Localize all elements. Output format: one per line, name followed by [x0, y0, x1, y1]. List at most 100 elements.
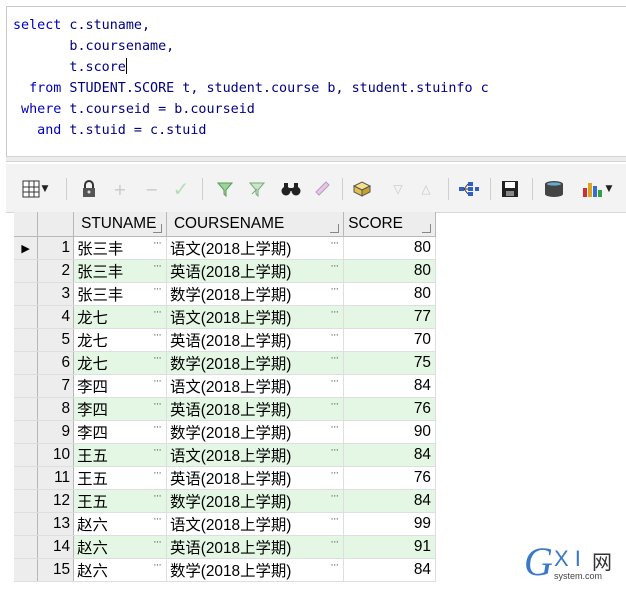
cell-stuname[interactable]: ··· 龙七: [73, 328, 167, 352]
table-row[interactable]: 8 ··· 李四 ··· 英语(2018上学期) 76: [14, 397, 436, 421]
column-sort-handle[interactable]: [152, 224, 162, 233]
cell-ellipsis-button[interactable]: ···: [150, 490, 164, 502]
cell-score[interactable]: 84: [343, 374, 436, 398]
cell-ellipsis-button[interactable]: ···: [150, 329, 164, 341]
table-row[interactable]: 3 ··· 张三丰 ··· 数学(2018上学期) 80: [14, 282, 436, 306]
cell-score[interactable]: 84: [343, 558, 436, 582]
cell-coursename[interactable]: ··· 数学(2018上学期): [166, 558, 345, 582]
cell-coursename[interactable]: ··· 英语(2018上学期): [166, 259, 345, 283]
post-changes-button[interactable]: ✓: [170, 177, 192, 201]
cell-ellipsis-button[interactable]: ···: [150, 283, 164, 295]
cell-stuname[interactable]: ··· 赵六: [73, 535, 167, 559]
table-row[interactable]: 15 ··· 赵六 ··· 数学(2018上学期) 84: [14, 558, 436, 582]
table-row[interactable]: 5 ··· 龙七 ··· 英语(2018上学期) 70: [14, 328, 436, 352]
delete-record-button[interactable]: −: [142, 178, 162, 200]
cell-score[interactable]: 70: [343, 328, 436, 352]
sql-editor[interactable]: select c.stuname, b.coursename, t.score …: [6, 6, 626, 157]
cell-ellipsis-button[interactable]: ···: [327, 306, 341, 318]
cell-ellipsis-button[interactable]: ···: [327, 283, 341, 295]
cell-coursename[interactable]: ··· 语文(2018上学期): [166, 374, 345, 398]
next-page-button[interactable]: ▽: [388, 178, 408, 200]
grid-menu-button[interactable]: ▼: [20, 178, 50, 200]
cell-coursename[interactable]: ··· 英语(2018上学期): [166, 397, 345, 421]
cell-ellipsis-button[interactable]: ···: [327, 490, 341, 502]
cell-ellipsis-button[interactable]: ···: [327, 352, 341, 364]
fetch-all-button[interactable]: [540, 178, 568, 200]
cell-ellipsis-button[interactable]: ···: [327, 421, 341, 433]
cell-score[interactable]: 90: [343, 420, 436, 444]
cell-score[interactable]: 91: [343, 535, 436, 559]
cell-ellipsis-button[interactable]: ···: [150, 352, 164, 364]
clear-filter-button[interactable]: [246, 178, 268, 200]
editor-splitter[interactable]: [6, 156, 626, 162]
cell-ellipsis-button[interactable]: ···: [327, 513, 341, 525]
table-row[interactable]: 11 ··· 王五 ··· 英语(2018上学期) 76: [14, 466, 436, 490]
cell-score[interactable]: 84: [343, 489, 436, 513]
table-row[interactable]: 12 ··· 王五 ··· 数学(2018上学期) 84: [14, 489, 436, 513]
chart-button[interactable]: ▼: [576, 178, 618, 200]
column-header-score[interactable]: SCORE: [343, 212, 436, 237]
cell-ellipsis-button[interactable]: ···: [150, 467, 164, 479]
cell-coursename[interactable]: ··· 语文(2018上学期): [166, 236, 345, 260]
sql-text[interactable]: select c.stuname, b.coursename, t.score …: [13, 15, 489, 141]
cell-stuname[interactable]: ··· 张三丰: [73, 236, 167, 260]
cell-stuname[interactable]: ··· 赵六: [73, 558, 167, 582]
table-row[interactable]: 14 ··· 赵六 ··· 英语(2018上学期) 91: [14, 535, 436, 559]
column-header-coursename[interactable]: COURSENAME: [166, 212, 345, 237]
cell-ellipsis-button[interactable]: ···: [327, 467, 341, 479]
cell-coursename[interactable]: ··· 英语(2018上学期): [166, 535, 345, 559]
cell-coursename[interactable]: ··· 语文(2018上学期): [166, 512, 345, 536]
cell-ellipsis-button[interactable]: ···: [327, 444, 341, 456]
cell-score[interactable]: 76: [343, 397, 436, 421]
cell-coursename[interactable]: ··· 数学(2018上学期): [166, 420, 345, 444]
table-row[interactable]: 6 ··· 龙七 ··· 数学(2018上学期) 75: [14, 351, 436, 375]
cell-ellipsis-button[interactable]: ···: [150, 237, 164, 249]
cell-score[interactable]: 77: [343, 305, 436, 329]
cell-ellipsis-button[interactable]: ···: [150, 513, 164, 525]
cell-coursename[interactable]: ··· 英语(2018上学期): [166, 466, 345, 490]
cell-stuname[interactable]: ··· 李四: [73, 397, 167, 421]
cell-score[interactable]: 75: [343, 351, 436, 375]
column-sort-handle[interactable]: [422, 224, 431, 233]
cell-ellipsis-button[interactable]: ···: [327, 237, 341, 249]
cell-ellipsis-button[interactable]: ···: [327, 329, 341, 341]
cell-stuname[interactable]: ··· 李四: [73, 420, 167, 444]
table-row[interactable]: 4 ··· 龙七 ··· 语文(2018上学期) 77: [14, 305, 436, 329]
cell-stuname[interactable]: ··· 张三丰: [73, 282, 167, 306]
clear-button[interactable]: [312, 178, 334, 200]
cell-coursename[interactable]: ··· 数学(2018上学期): [166, 282, 345, 306]
cell-stuname[interactable]: ··· 王五: [73, 466, 167, 490]
table-row[interactable]: 9 ··· 李四 ··· 数学(2018上学期) 90: [14, 420, 436, 444]
column-sort-handle[interactable]: [330, 224, 340, 233]
find-button[interactable]: [280, 178, 302, 200]
cell-ellipsis-button[interactable]: ···: [150, 421, 164, 433]
cell-stuname[interactable]: ··· 王五: [73, 489, 167, 513]
table-row[interactable]: 13 ··· 赵六 ··· 语文(2018上学期) 99: [14, 512, 436, 536]
cell-ellipsis-button[interactable]: ···: [327, 536, 341, 548]
cell-score[interactable]: 80: [343, 282, 436, 306]
cell-ellipsis-button[interactable]: ···: [150, 398, 164, 410]
cell-score[interactable]: 99: [343, 512, 436, 536]
lock-button[interactable]: [78, 178, 100, 200]
cell-ellipsis-button[interactable]: ···: [327, 398, 341, 410]
column-header-stuname[interactable]: STUNAME: [73, 212, 167, 237]
cell-ellipsis-button[interactable]: ···: [150, 260, 164, 272]
cell-ellipsis-button[interactable]: ···: [150, 375, 164, 387]
cell-ellipsis-button[interactable]: ···: [150, 559, 164, 571]
query-plan-button[interactable]: [456, 178, 482, 200]
cell-stuname[interactable]: ··· 王五: [73, 443, 167, 467]
save-button[interactable]: [498, 178, 522, 200]
cell-coursename[interactable]: ··· 语文(2018上学期): [166, 443, 345, 467]
table-row[interactable]: ▶ 1 ··· 张三丰 ··· 语文(2018上学期) 80: [14, 236, 436, 260]
cell-coursename[interactable]: ··· 数学(2018上学期): [166, 351, 345, 375]
cell-coursename[interactable]: ··· 英语(2018上学期): [166, 328, 345, 352]
cell-ellipsis-button[interactable]: ···: [150, 444, 164, 456]
cell-ellipsis-button[interactable]: ···: [327, 260, 341, 272]
cell-ellipsis-button[interactable]: ···: [327, 375, 341, 387]
cell-coursename[interactable]: ··· 数学(2018上学期): [166, 489, 345, 513]
cell-stuname[interactable]: ··· 龙七: [73, 305, 167, 329]
cell-stuname[interactable]: ··· 李四: [73, 374, 167, 398]
cell-ellipsis-button[interactable]: ···: [150, 306, 164, 318]
cell-score[interactable]: 84: [343, 443, 436, 467]
table-row[interactable]: 7 ··· 李四 ··· 语文(2018上学期) 84: [14, 374, 436, 398]
